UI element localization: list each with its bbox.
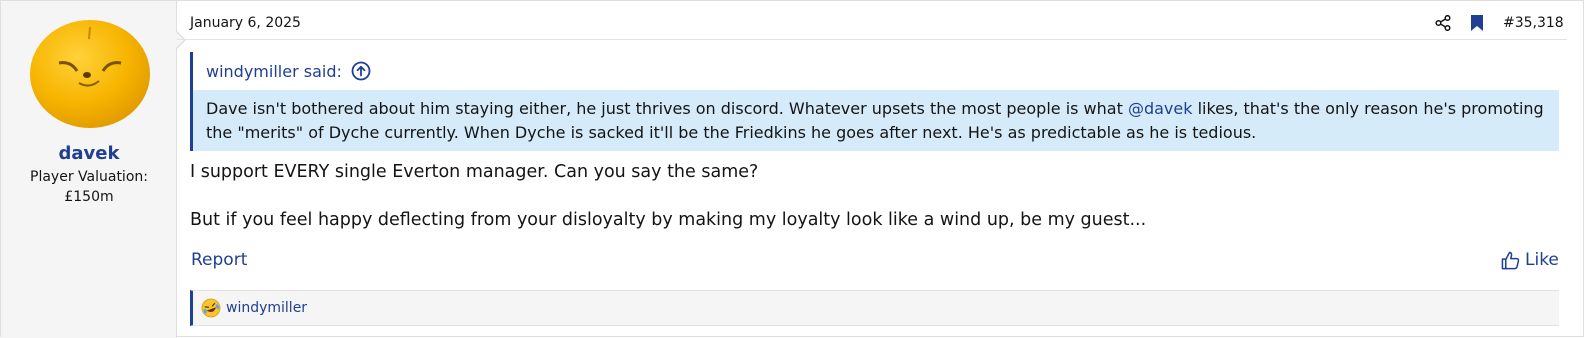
message-body: I support EVERY single Everton manager. … (190, 160, 1550, 232)
quote-block: windymiller said: Dave isn't bothered ab… (190, 52, 1559, 151)
quote-body: Dave isn't bothered about him staying ei… (193, 90, 1559, 151)
post-number-link[interactable]: #35,318 (1503, 15, 1564, 31)
message-line: But if you feel happy deflecting from yo… (190, 210, 1147, 230)
arrow-up-circle-icon[interactable] (351, 61, 371, 81)
user-cell: davek Player Valuation: £150m (1, 1, 177, 338)
post-date[interactable]: January 6, 2025 (190, 15, 301, 31)
laughing-emoji-icon (201, 298, 221, 318)
user-title: Player Valuation: £150m (1, 167, 177, 207)
quote-header: windymiller said: (193, 52, 1559, 90)
message-line: I support EVERY single Everton manager. … (190, 162, 759, 182)
reaction-user-link[interactable]: windymiller (226, 300, 307, 316)
bookmark-icon[interactable] (1470, 15, 1484, 31)
mention-link[interactable]: @davek (1128, 99, 1193, 118)
quote-text-start: Dave isn't bothered about him staying ei… (206, 99, 1128, 118)
username[interactable]: davek (1, 143, 177, 164)
share-icon[interactable] (1435, 15, 1451, 31)
like-label: Like (1525, 250, 1559, 270)
avatar[interactable] (29, 17, 151, 129)
user-title-line2: £150m (64, 189, 114, 205)
user-title-line1: Player Valuation: (30, 169, 148, 185)
post-header: January 6, 2025 #35,318 (177, 1, 1567, 40)
forum-post: davek Player Valuation: £150m January 6,… (0, 0, 1584, 338)
quote-author-link[interactable]: windymiller said: (206, 62, 342, 81)
post-main: January 6, 2025 #35,318 windymiller said… (177, 1, 1584, 338)
thumbs-up-icon (1501, 251, 1520, 270)
reactions-bar[interactable]: windymiller (190, 290, 1559, 326)
report-link[interactable]: Report (191, 250, 247, 270)
